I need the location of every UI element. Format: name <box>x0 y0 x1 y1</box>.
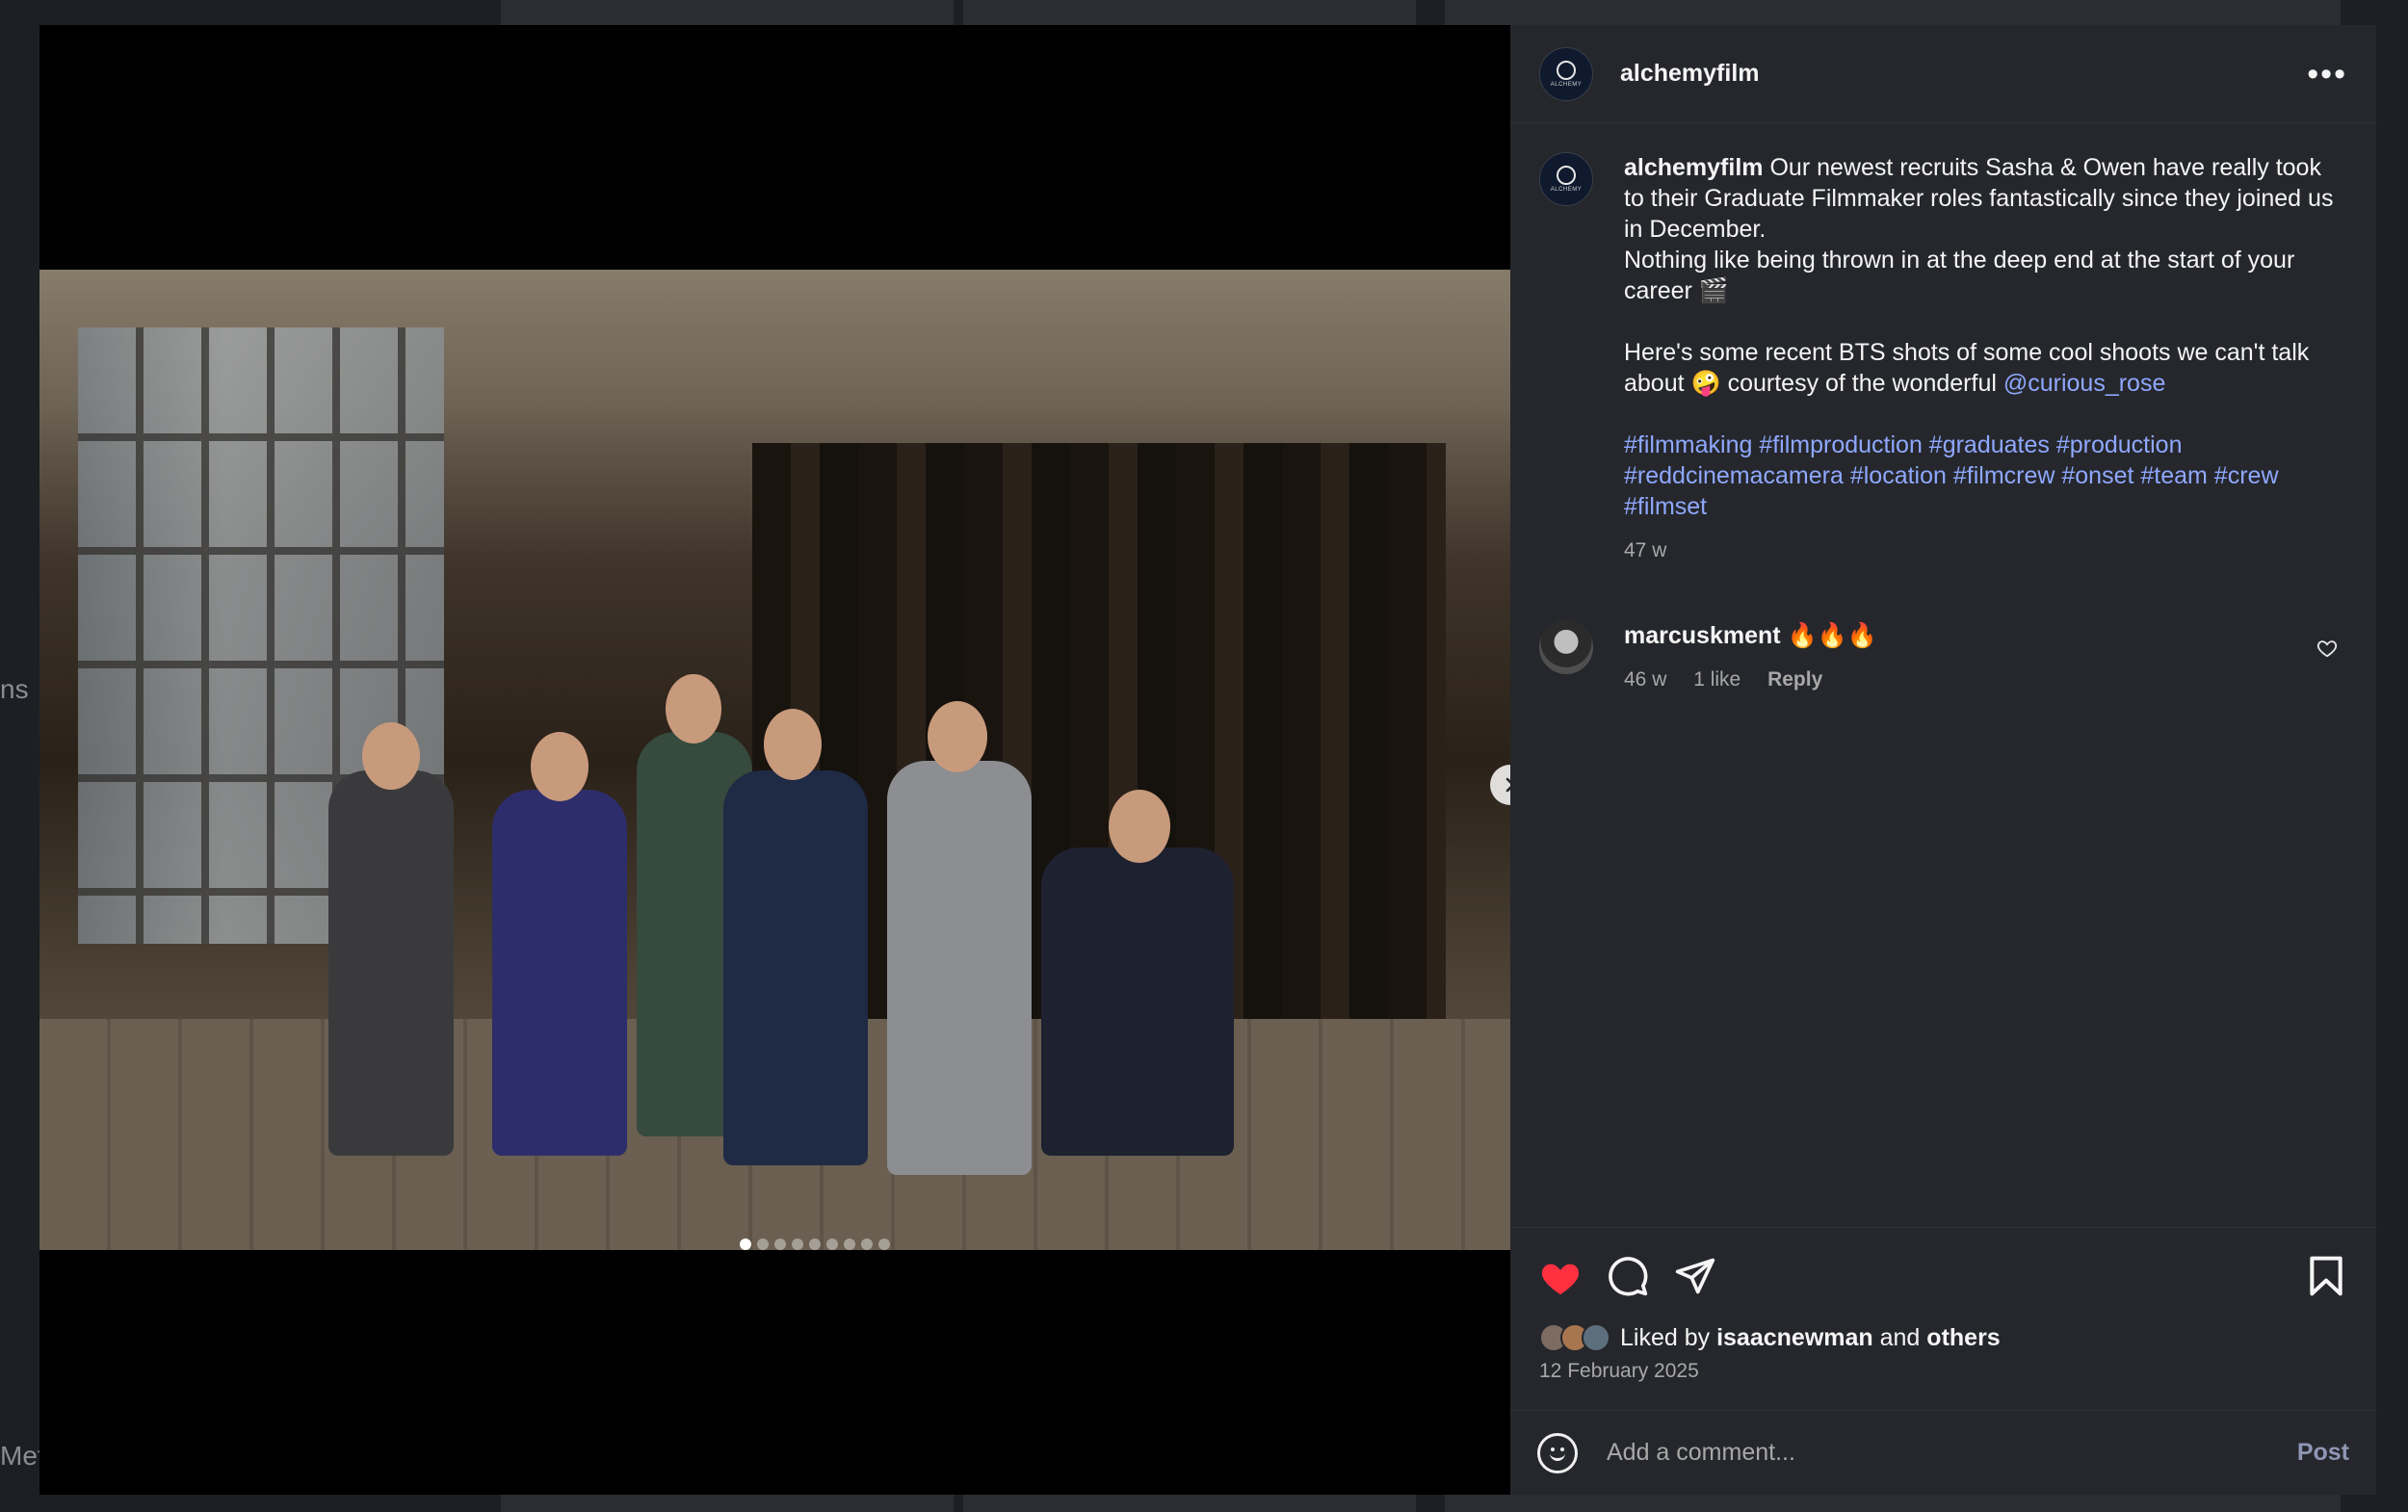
author-avatar[interactable]: ALCHEMY <box>1539 46 1593 101</box>
author-username[interactable]: alchemyfilm <box>1620 60 1760 88</box>
add-comment-bar: Post <box>1510 1410 2376 1495</box>
carousel-dot <box>774 1238 786 1250</box>
carousel-dot <box>757 1238 769 1250</box>
caption: ALCHEMY alchemyfilm Our newest recruits … <box>1539 152 2347 566</box>
post-media <box>39 25 1510 1495</box>
caption-username[interactable]: alchemyfilm <box>1624 154 1764 181</box>
post-header: ALCHEMY alchemyfilm ••• <box>1510 25 2376 123</box>
emoji-picker-icon[interactable] <box>1537 1432 1578 1473</box>
photo-person-head <box>1109 790 1170 863</box>
comment-item: marcuskment 🔥🔥🔥 46 w 1 like Reply <box>1539 620 2347 695</box>
photo-person <box>887 761 1032 1175</box>
background-text: ns <box>0 674 29 704</box>
caption-text: Here's some recent BTS shots of some coo… <box>1624 339 2310 397</box>
liker-avatars[interactable] <box>1539 1323 1610 1352</box>
bookmark-icon[interactable] <box>2303 1253 2349 1299</box>
post-comment-button[interactable]: Post <box>2297 1439 2349 1467</box>
liked-by-prefix: Liked by <box>1620 1323 1711 1351</box>
comment-like-icon[interactable] <box>2316 638 2338 665</box>
like-heart-icon[interactable] <box>1537 1253 1584 1299</box>
comments-section: ALCHEMY alchemyfilm Our newest recruits … <box>1510 123 2376 1227</box>
alchemy-logo-icon <box>1557 60 1576 80</box>
avatar-logo-text: ALCHEMY <box>1550 187 1583 193</box>
comment-input[interactable] <box>1607 1439 2297 1467</box>
feed-thumbnail[interactable] <box>501 0 954 25</box>
carousel-dot <box>844 1238 855 1250</box>
avatar-logo-text: ALCHEMY <box>1550 81 1583 88</box>
photo-person <box>328 770 454 1156</box>
feed-thumbnail[interactable] <box>1445 0 2341 25</box>
comment-bubble-icon[interactable] <box>1605 1253 1651 1299</box>
post-photo[interactable] <box>39 270 1510 1250</box>
caption-line: alchemyfilm Our newest recruits Sasha & … <box>1624 152 2347 245</box>
caption-line: Here's some recent BTS shots of some coo… <box>1624 337 2347 399</box>
photo-person-head <box>531 732 589 801</box>
comment-meta: 46 w 1 like Reply <box>1624 665 2347 695</box>
post-actions <box>1510 1227 2376 1323</box>
liked-by-others[interactable]: others <box>1926 1324 2000 1352</box>
chevron-right-icon <box>1505 777 1510 793</box>
reply-button[interactable]: Reply <box>1767 668 1822 691</box>
caption-body: alchemyfilm Our newest recruits Sasha & … <box>1624 152 2347 566</box>
caption-text: Nothing like being thrown in at the deep… <box>1624 247 2295 304</box>
liked-by-user[interactable]: isaacnewman <box>1716 1324 1873 1352</box>
background-text: Met <box>0 1441 45 1471</box>
post-date[interactable]: 12 February 2025 <box>1510 1352 2376 1410</box>
photo-person <box>723 770 868 1165</box>
carousel-dot <box>861 1238 873 1250</box>
caption-author-avatar[interactable]: ALCHEMY <box>1539 152 1593 206</box>
comment-timestamp[interactable]: 46 w <box>1624 668 1666 691</box>
photo-person <box>1041 847 1234 1156</box>
feed-thumbnail[interactable] <box>1445 1495 2341 1512</box>
carousel-dot <box>878 1238 890 1250</box>
comment-likes[interactable]: 1 like <box>1693 668 1741 691</box>
photo-person-head <box>928 701 987 772</box>
photo-person-head <box>764 709 822 780</box>
alchemy-logo-icon <box>1557 166 1576 185</box>
liked-by-and: and <box>1879 1323 1921 1351</box>
carousel-dot <box>792 1238 803 1250</box>
photo-person-head <box>362 722 420 790</box>
photo-person <box>492 790 627 1156</box>
commenter-avatar[interactable] <box>1539 620 1593 674</box>
post-side-panel: ALCHEMY alchemyfilm ••• ALCHEMY alchemyf… <box>1510 25 2376 1495</box>
post-modal: ALCHEMY alchemyfilm ••• ALCHEMY alchemyf… <box>39 25 2376 1495</box>
mention-link[interactable]: @curious_rose <box>2003 370 2166 397</box>
liker-avatar <box>1582 1323 1610 1352</box>
comment-username[interactable]: marcuskment <box>1624 622 1781 649</box>
caption-meta: 47 w <box>1624 535 2347 566</box>
photo-person-head <box>666 674 721 743</box>
feed-thumbnail[interactable] <box>963 1495 1416 1512</box>
share-send-icon[interactable] <box>1672 1253 1718 1299</box>
caption-timestamp[interactable]: 47 w <box>1624 539 1666 561</box>
comment-body: marcuskment 🔥🔥🔥 46 w 1 like Reply <box>1624 620 2347 695</box>
carousel-dot <box>809 1238 821 1250</box>
carousel-indicator <box>740 1238 890 1250</box>
carousel-dot <box>826 1238 838 1250</box>
likes-summary: Liked by isaacnewman and others <box>1510 1323 2376 1352</box>
feed-thumbnail[interactable] <box>963 0 1416 25</box>
more-options-icon[interactable]: ••• <box>2307 58 2347 91</box>
comment-text: 🔥🔥🔥 <box>1787 622 1877 649</box>
feed-thumbnail[interactable] <box>501 1495 954 1512</box>
carousel-dot <box>740 1238 751 1250</box>
hashtags[interactable]: #filmmaking #filmproduction #graduates #… <box>1624 430 2347 522</box>
